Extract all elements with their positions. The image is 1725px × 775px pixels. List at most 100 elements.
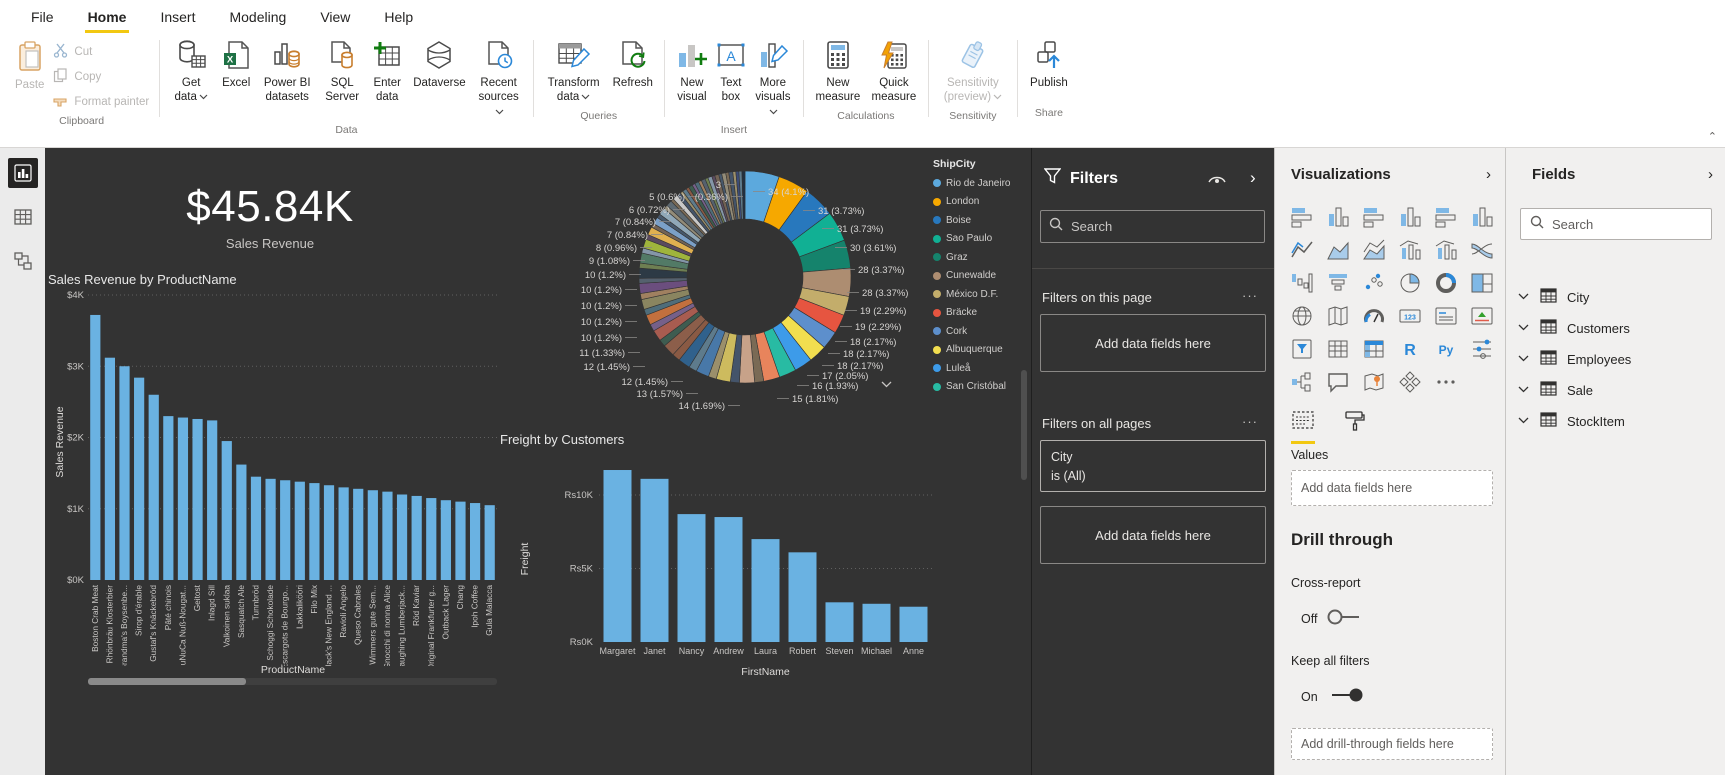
- legend-item[interactable]: Luleå: [933, 359, 1029, 378]
- keep-all-filters-toggle[interactable]: [1326, 686, 1366, 707]
- publish-button[interactable]: Publish: [1024, 37, 1074, 93]
- bar[interactable]: [280, 480, 291, 580]
- bar[interactable]: [163, 416, 174, 580]
- line-chart-icon[interactable]: [1289, 237, 1315, 263]
- format-tab[interactable]: [1343, 410, 1365, 444]
- legend-item[interactable]: Sao Paulo: [933, 230, 1029, 249]
- map-icon[interactable]: [1289, 303, 1315, 329]
- more-options-icon[interactable]: ···: [1242, 288, 1258, 303]
- field-table-stockitem[interactable]: StockItem: [1506, 406, 1725, 437]
- bar[interactable]: [338, 487, 349, 580]
- 100-stacked-column-chart-icon[interactable]: [1469, 204, 1495, 230]
- q-and-a-icon[interactable]: [1325, 369, 1351, 395]
- clustered-bar-chart-icon[interactable]: [1361, 204, 1387, 230]
- drill-through-dropzone[interactable]: Add drill-through fields here: [1291, 728, 1493, 760]
- bar[interactable]: [177, 417, 189, 580]
- bar[interactable]: [353, 488, 364, 580]
- more-visuals-button[interactable]: More visuals: [749, 37, 797, 122]
- transform-data-button[interactable]: Transform data: [540, 37, 608, 108]
- menu-help[interactable]: Help: [367, 3, 430, 31]
- bar[interactable]: [309, 483, 320, 580]
- treemap-icon[interactable]: [1469, 270, 1495, 296]
- report-canvas[interactable]: $45.84K Sales Revenue 3 5 (0.6%) (0.36%) 6 …: [45, 148, 1031, 775]
- bar[interactable]: [104, 357, 116, 580]
- chevron-down-icon[interactable]: [1518, 416, 1530, 427]
- data-view-button[interactable]: [8, 202, 38, 232]
- legend-item[interactable]: Boise: [933, 211, 1029, 230]
- kpi-card-visual[interactable]: $45.84K Sales Revenue: [50, 156, 490, 268]
- key-influencers-icon[interactable]: [1469, 336, 1495, 362]
- menu-view[interactable]: View: [303, 3, 367, 31]
- bar[interactable]: [788, 552, 817, 642]
- bar[interactable]: [411, 495, 422, 580]
- bar[interactable]: [221, 441, 232, 580]
- more-options-icon[interactable]: ···: [1242, 414, 1258, 429]
- cross-report-toggle[interactable]: [1325, 608, 1365, 629]
- get-data-button[interactable]: Get data: [166, 37, 216, 108]
- legend-item[interactable]: Graz: [933, 248, 1029, 267]
- new-measure-button[interactable]: New measure: [810, 37, 866, 108]
- area-chart-icon[interactable]: [1325, 237, 1351, 263]
- bar[interactable]: [382, 491, 393, 580]
- waterfall-chart-icon[interactable]: [1289, 270, 1315, 296]
- sales-by-product-visual[interactable]: Sales Revenue by ProductName Sales Reven…: [48, 266, 500, 686]
- report-view-button[interactable]: [7, 158, 38, 188]
- enter-data-button[interactable]: Enter data: [366, 37, 408, 108]
- bar[interactable]: [484, 505, 495, 580]
- collapse-filters-icon[interactable]: ›: [1250, 168, 1256, 188]
- bar[interactable]: [250, 476, 262, 580]
- legend-item[interactable]: London: [933, 193, 1029, 212]
- bar[interactable]: [825, 602, 854, 642]
- slicer-icon[interactable]: [1289, 336, 1315, 362]
- bar[interactable]: [396, 494, 408, 581]
- bar[interactable]: [469, 503, 481, 580]
- arcgis-map-icon[interactable]: [1361, 369, 1387, 395]
- bar[interactable]: [714, 517, 743, 642]
- bar[interactable]: [192, 418, 203, 580]
- menu-insert[interactable]: Insert: [143, 3, 212, 31]
- collapse-fields-icon[interactable]: ›: [1708, 166, 1713, 183]
- field-table-employees[interactable]: Employees: [1506, 344, 1725, 375]
- collapse-ribbon-button[interactable]: ⌃: [1708, 130, 1717, 143]
- pie-chart-icon[interactable]: [1397, 270, 1423, 296]
- bar[interactable]: [455, 501, 466, 580]
- stacked-column-chart-icon[interactable]: [1325, 204, 1351, 230]
- bar[interactable]: [90, 314, 101, 580]
- bar[interactable]: [640, 478, 669, 642]
- refresh-button[interactable]: Refresh: [608, 37, 658, 93]
- line-and-stacked-column-chart-icon[interactable]: [1397, 237, 1423, 263]
- power-bi-datasets-button[interactable]: Power BI datasets: [256, 37, 318, 108]
- model-view-button[interactable]: [8, 246, 38, 276]
- bar[interactable]: [603, 470, 632, 642]
- donut-chart-visual[interactable]: 35 (0.6%) (0.36%) 6 (0.72%) 7 (0.84%) 7 (0.8…: [545, 150, 935, 416]
- clustered-column-chart-icon[interactable]: [1397, 204, 1423, 230]
- matrix-icon[interactable]: [1361, 336, 1387, 362]
- legend-item[interactable]: Albuquerque: [933, 341, 1029, 360]
- legend-item[interactable]: México D.F.: [933, 285, 1029, 304]
- bar[interactable]: [148, 394, 159, 580]
- chart-scrollbar-thumb[interactable]: [88, 678, 246, 685]
- bar[interactable]: [440, 500, 451, 580]
- field-table-customers[interactable]: Customers: [1506, 313, 1725, 344]
- python-visual-icon[interactable]: Py: [1433, 336, 1459, 362]
- stacked-area-chart-icon[interactable]: [1361, 237, 1387, 263]
- chevron-down-icon[interactable]: [1518, 323, 1530, 334]
- legend-item[interactable]: Cork: [933, 322, 1029, 341]
- bar[interactable]: [294, 481, 305, 580]
- bar[interactable]: [899, 606, 928, 642]
- menu-modeling[interactable]: Modeling: [212, 3, 303, 31]
- legend-item[interactable]: Bräcke: [933, 304, 1029, 323]
- bar[interactable]: [265, 478, 276, 580]
- bar[interactable]: [751, 539, 780, 642]
- canvas-scrollbar[interactable]: [1021, 370, 1027, 480]
- fields-tab[interactable]: [1291, 410, 1315, 444]
- sensitivity-button[interactable]: Sensitivity (preview): [935, 37, 1011, 108]
- sql-server-button[interactable]: SQL Server: [318, 37, 366, 108]
- new-visual-button[interactable]: New visual: [671, 37, 713, 108]
- fields-search-input[interactable]: [1552, 216, 1692, 232]
- recent-sources-button[interactable]: Recent sources: [471, 37, 527, 122]
- line-and-clustered-column-chart-icon[interactable]: [1433, 237, 1459, 263]
- paste-button[interactable]: Paste: [10, 37, 49, 95]
- quick-measure-button[interactable]: Quick measure: [866, 37, 922, 108]
- card-icon[interactable]: 123: [1397, 303, 1423, 329]
